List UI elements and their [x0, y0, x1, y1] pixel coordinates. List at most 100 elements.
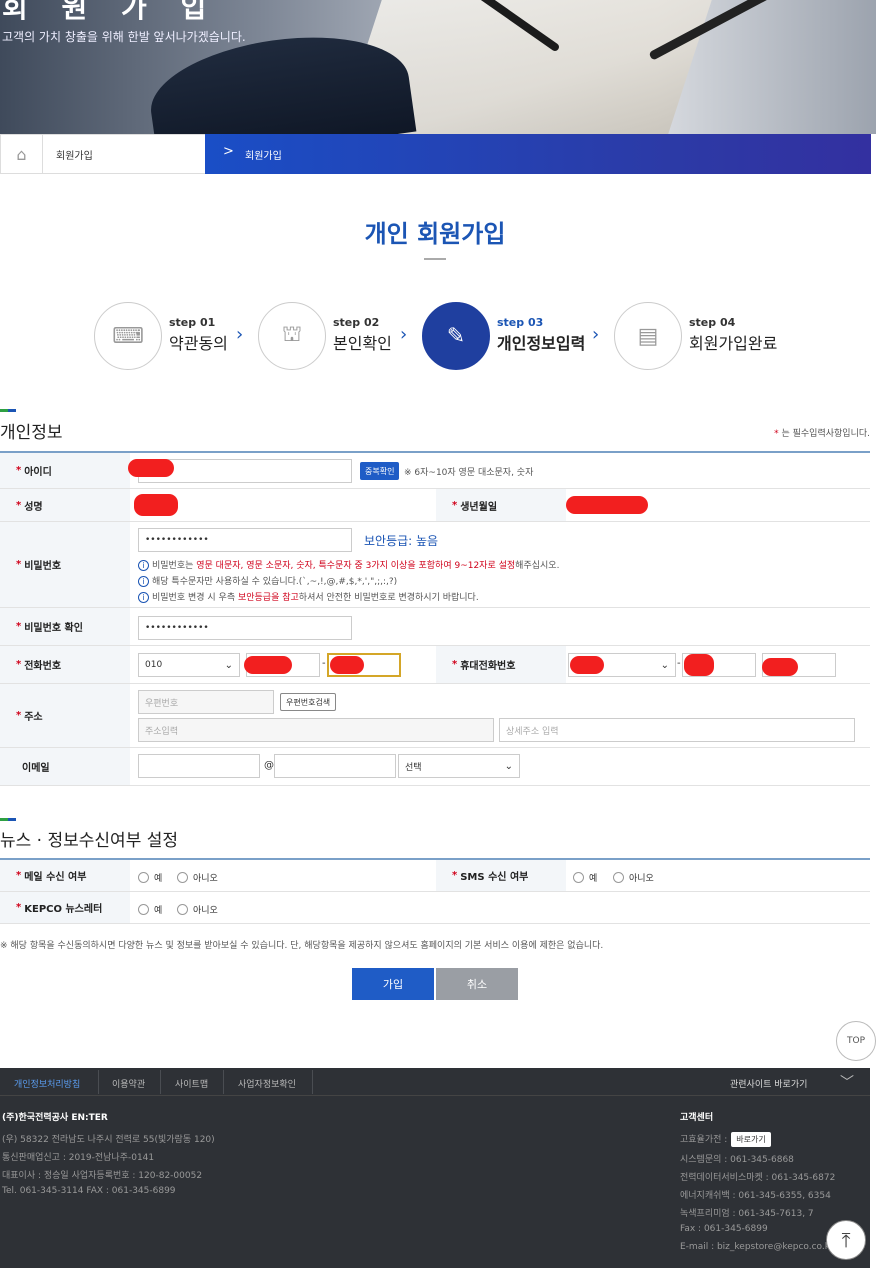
footer-link-privacy[interactable]: 개인정보처리방침: [14, 1077, 80, 1090]
cs-line: 시스템문의 : 061-345-6868: [680, 1155, 794, 1165]
chevron-down-icon[interactable]: ﹀: [840, 1072, 854, 1092]
footer-tel-fax: Tel. 061-345-3114 FAX : 061-345-6899: [2, 1186, 176, 1196]
cs-line: 전력데이터서비스마켓 : 061-345-6872: [680, 1173, 836, 1183]
footer-mail-order: 통신판매업신고 : 2019-전남나주-0141: [2, 1153, 155, 1163]
email-id-input[interactable]: [138, 754, 260, 778]
redaction-mark: [134, 494, 178, 516]
chevron-right-icon: ›: [236, 324, 244, 345]
redaction-mark: [244, 656, 292, 674]
dash: -: [322, 658, 326, 669]
org-chart-icon: ⛫: [258, 302, 326, 370]
newsletter-no-radio[interactable]: 아니오: [177, 903, 218, 916]
newsletter-yes-radio[interactable]: 예: [138, 903, 162, 916]
cs-title: 고객센터: [680, 1113, 714, 1123]
section-title: 뉴스 · 정보수신여부 설정: [0, 831, 179, 851]
row-address: * 주소 우편번호 우편번호검색 주소입력 상세주소 입력: [0, 684, 870, 748]
dash: -: [677, 658, 681, 669]
password-label: * 비밀번호: [0, 522, 130, 607]
arrow-up-icon[interactable]: ⤒: [826, 1220, 866, 1260]
zip-search-button[interactable]: 우편번호검색: [280, 693, 337, 711]
info-icon: i: [138, 592, 149, 603]
breadcrumb-current-label: 회원가입: [245, 151, 282, 162]
row-mail: * 메일 수신 여부 예 아니오 * SMS 수신 여부 예 아니오: [0, 860, 870, 892]
breadcrumb-item[interactable]: 회원가입: [56, 147, 93, 162]
email-label: 이메일: [0, 748, 130, 785]
footer-ceo: 대표이사 : 정승일 사업자등록번호 : 120-82-00052: [2, 1171, 203, 1181]
id-card-icon: ▤: [614, 302, 682, 370]
mobile-label: * 휴대전화번호: [436, 646, 566, 683]
join-button[interactable]: 가입: [352, 968, 434, 1000]
row-id: * 아이디 중복확인 ※ 6자~10자 영문 대소문자, 숫자: [0, 453, 870, 489]
chevron-down-icon: ⌄: [224, 659, 233, 671]
title-underline: [424, 258, 446, 260]
sms-no-radio[interactable]: 아니오: [613, 871, 654, 884]
row-password-confirm: * 비밀번호 확인 ••••••••••••: [0, 608, 870, 646]
address-input[interactable]: 주소입력: [138, 718, 494, 742]
footer-address: (우) 58322 전라남도 나주시 전력로 55(빛가람동 120): [2, 1135, 215, 1145]
redaction-mark: [128, 459, 174, 477]
step-number: step 03: [497, 316, 544, 329]
footer-nav: 개인정보처리방침 이용약관 사이트맵 사업자정보확인 관련사이트 바로가기 ﹀: [0, 1068, 870, 1096]
required-note-text: 는 필수입력사항입니다.: [778, 429, 870, 439]
password-hint-2: i 해당 특수문자만 사용하실 수 있습니다.(`,~,!,@,#,$,*,',"…: [138, 574, 397, 587]
breadcrumb-current[interactable]: > 회원가입: [205, 134, 871, 174]
footer-link-sitemap[interactable]: 사이트맵: [175, 1077, 208, 1090]
chevron-right-icon: >: [223, 144, 234, 159]
step-number: step 04: [689, 316, 736, 329]
row-email: 이메일 @ 선택 ⌄: [0, 748, 870, 786]
mail-no-radio[interactable]: 아니오: [177, 871, 218, 884]
divider: [312, 1070, 313, 1094]
email-domain-input[interactable]: [274, 754, 396, 778]
email-domain-select[interactable]: 선택 ⌄: [398, 754, 520, 778]
duplicate-check-button[interactable]: 중복확인: [360, 462, 400, 480]
address-label: * 주소: [0, 684, 130, 747]
consent-notice: ※ 해당 항목을 수신동의하시면 다양한 뉴스 및 정보를 받아보실 수 있습니…: [0, 941, 604, 951]
footer-link-business[interactable]: 사업자정보확인: [238, 1077, 296, 1090]
chevron-right-icon: ›: [400, 324, 408, 345]
hero-subtitle: 고객의 가치 창출을 위해 한발 앞서나가겠습니다.: [2, 30, 246, 44]
personal-info-table: * 아이디 중복확인 ※ 6자~10자 영문 대소문자, 숫자 * 성명 * 생년월일…: [0, 451, 870, 786]
home-icon[interactable]: ⌂: [1, 135, 43, 173]
password-input[interactable]: ••••••••••••: [138, 528, 352, 552]
mail-label: * 메일 수신 여부: [0, 860, 130, 891]
divider: [160, 1070, 161, 1094]
cancel-button[interactable]: 취소: [436, 968, 518, 1000]
related-sites-select[interactable]: 관련사이트 바로가기: [730, 1077, 807, 1090]
redaction-mark: [566, 496, 648, 514]
section-marker: [0, 818, 16, 821]
zip-input[interactable]: 우편번호: [138, 690, 274, 714]
footer-company: (주)한국전력공사 EN:TER: [2, 1113, 108, 1123]
cs-line: 녹색프리미엄 : 061-345-7613, 7: [680, 1209, 814, 1219]
id-label: * 아이디: [0, 453, 130, 488]
step-name: 약관동의: [169, 334, 228, 353]
phone-area-select[interactable]: 010 ⌄: [138, 653, 240, 677]
redaction-mark: [330, 656, 364, 674]
password-confirm-input[interactable]: ••••••••••••: [138, 616, 352, 640]
birth-label: * 생년월일: [436, 489, 566, 521]
page-title: 개인 회원가입: [364, 220, 506, 248]
password-hint-1: i 비밀번호는 영문 대문자, 영문 소문자, 숫자, 특수문자 중 3가지 이상…: [138, 558, 559, 571]
name-label: * 성명: [0, 489, 130, 521]
goto-button[interactable]: 바로가기: [731, 1132, 771, 1147]
row-password: * 비밀번호 •••••••••••• 보안등급: 높음 i 비밀번호는 영문 대문…: [0, 522, 870, 608]
id-hint: ※ 6자~10자 영문 대소문자, 숫자: [404, 468, 534, 478]
password-confirm-label: * 비밀번호 확인: [0, 608, 130, 645]
row-phone: * 전화번호 010 ⌄ - * 휴대전화번호 ⌄ -: [0, 646, 870, 684]
address-detail-input[interactable]: 상세주소 입력: [499, 718, 855, 742]
password-hint-3: i 비밀번호 변경 시 우측 보안등급을 참고하셔서 안전한 비밀번호로 변경하시…: [138, 590, 479, 603]
footer-link-terms[interactable]: 이용약관: [112, 1077, 145, 1090]
info-icon: i: [138, 560, 149, 571]
scroll-top-button[interactable]: TOP: [836, 1021, 876, 1061]
newsletter-label: * KEPCO 뉴스레터: [0, 892, 130, 923]
redaction-mark: [684, 654, 714, 676]
row-newsletter: * KEPCO 뉴스레터 예 아니오: [0, 892, 870, 924]
security-level: 보안등급: 높음: [364, 534, 439, 548]
phone-label: * 전화번호: [0, 646, 130, 683]
mail-yes-radio[interactable]: 예: [138, 871, 162, 884]
keyboard-icon: ⌨: [94, 302, 162, 370]
cs-line: 에너지캐쉬백 : 061-345-6355, 6354: [680, 1191, 831, 1201]
redaction-mark: [762, 658, 798, 676]
step-number: step 02: [333, 316, 380, 329]
sms-yes-radio[interactable]: 예: [573, 871, 597, 884]
document-pen-icon: ✎: [422, 302, 490, 370]
